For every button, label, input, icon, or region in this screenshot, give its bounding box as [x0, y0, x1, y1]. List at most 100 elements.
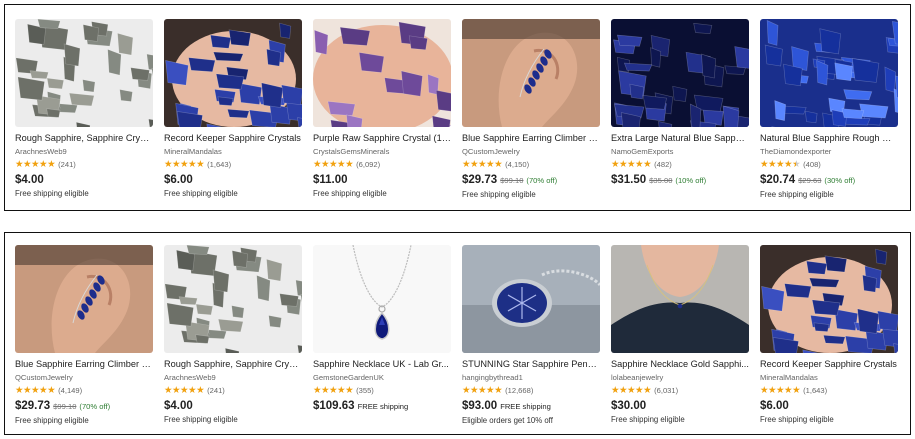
product-card[interactable]: Rough Sapphire, Sapphire Cryst... Arachn… [164, 245, 302, 426]
original-price: $99.10 [500, 176, 524, 185]
shop-name[interactable]: MineralMandalas [760, 373, 898, 383]
review-count: (482) [654, 160, 672, 169]
shipping-inline: FREE shipping [500, 402, 551, 411]
review-count: (4,149) [58, 386, 83, 395]
shop-name[interactable]: TheDiamondexporter [760, 147, 898, 157]
shipping-note: Free shipping eligible [760, 190, 834, 199]
product-image[interactable] [164, 19, 302, 127]
product-image[interactable] [462, 245, 600, 353]
star-rating-icon: ★★★★★ [313, 385, 354, 396]
product-photo [760, 19, 898, 127]
shop-name[interactable]: MineralMandalas [164, 147, 302, 157]
shop-name[interactable]: lolabeanjewelry [611, 373, 749, 383]
product-image[interactable] [15, 245, 153, 353]
star-rating-icon: ★★★★★ [462, 159, 503, 170]
price: $4.00 [15, 174, 44, 186]
product-card[interactable]: Record Keeper Sapphire Crystals MineralM… [164, 19, 302, 200]
price-row: $29.73 $99.10 (70% off) [462, 173, 600, 188]
product-card[interactable]: Rough Sapphire, Sapphire Cryst... Arachn… [15, 19, 153, 200]
product-card[interactable]: Record Keeper Sapphire Crystals MineralM… [760, 245, 898, 426]
star-rating-icon: ★★★★★ [611, 385, 652, 396]
review-count: (241) [207, 386, 225, 395]
product-image[interactable] [611, 19, 749, 127]
shop-name[interactable]: hangingbythread1 [462, 373, 600, 383]
product-title[interactable]: Rough Sapphire, Sapphire Cryst... [164, 358, 302, 370]
product-title[interactable]: Record Keeper Sapphire Crystals [164, 132, 302, 144]
product-image[interactable] [15, 19, 153, 127]
price-row: $4.00 [15, 173, 153, 187]
product-title[interactable]: Rough Sapphire, Sapphire Cryst... [15, 132, 153, 144]
product-card[interactable]: Sapphire Necklace UK - Lab Gr... Gemston… [313, 245, 451, 426]
price: $109.63 [313, 400, 355, 412]
star-rating-icon: ★★★★★ [15, 159, 56, 170]
discount-label: (70% off) [526, 176, 558, 185]
product-photo [462, 19, 600, 127]
product-photo [462, 245, 600, 353]
star-rating-icon: ★★★★★ [611, 159, 652, 170]
star-rating-icon: ★★★★★ [760, 385, 801, 396]
price-row: $109.63 FREE shipping [313, 399, 451, 414]
product-title[interactable]: Blue Sapphire Earring Climber / ... [15, 358, 153, 370]
shop-name[interactable]: NamoGemExports [611, 147, 749, 157]
product-image[interactable] [760, 19, 898, 127]
product-photo [164, 245, 302, 353]
product-image[interactable] [760, 245, 898, 353]
product-title[interactable]: STUNNING Star Sapphire Penda... [462, 358, 600, 370]
star-rating-icon: ★★★★★ [462, 385, 503, 396]
product-image[interactable] [164, 245, 302, 353]
shop-name[interactable]: ArachnesWeb9 [164, 373, 302, 383]
shipping-note: Free shipping eligible [164, 189, 238, 198]
shop-name[interactable]: QCustomJewelry [462, 147, 600, 157]
product-title[interactable]: Natural Blue Sapphire Rough Ge... [760, 132, 898, 144]
product-title[interactable]: Record Keeper Sapphire Crystals [760, 358, 898, 370]
original-price: $29.63 [798, 176, 822, 185]
price-row: $93.00 FREE shipping [462, 399, 600, 414]
product-image[interactable] [611, 245, 749, 353]
product-photo [313, 19, 451, 127]
product-card[interactable]: STUNNING Star Sapphire Penda... hangingb… [462, 245, 600, 426]
product-title[interactable]: Extra Large Natural Blue Sapphi... [611, 132, 749, 144]
price-row: $4.00 [164, 399, 302, 413]
product-card[interactable]: Purple Raw Sapphire Crystal (10... Cryst… [313, 19, 451, 200]
product-card[interactable]: Blue Sapphire Earring Climber / ... QCus… [462, 19, 600, 200]
price-row: $6.00 [164, 173, 302, 187]
shipping-note: Free shipping eligible [313, 189, 387, 198]
review-count: (1,643) [207, 160, 232, 169]
shop-name[interactable]: GemstoneGardenUK [313, 373, 451, 383]
shop-name[interactable]: QCustomJewelry [15, 373, 153, 383]
shipping-note: Free shipping eligible [760, 415, 834, 424]
price-row: $31.50 $35.00 (10% off) [611, 173, 749, 188]
product-photo [15, 245, 153, 353]
rating: ★★★★★ (241) [164, 386, 302, 396]
review-count: (408) [803, 160, 821, 169]
product-image[interactable] [313, 245, 451, 353]
price-row: $20.74 $29.63 (30% off) [760, 173, 898, 188]
shipping-note: Free shipping eligible [611, 415, 685, 424]
rating: ★★★★★ (4,150) [462, 160, 600, 170]
review-count: (6,092) [356, 160, 381, 169]
price: $11.00 [313, 174, 348, 186]
product-photo [760, 245, 898, 353]
product-title[interactable]: Sapphire Necklace UK - Lab Gr... [313, 358, 451, 370]
product-card[interactable]: Extra Large Natural Blue Sapphi... NamoG… [611, 19, 749, 200]
product-image[interactable] [462, 19, 600, 127]
original-price: $99.10 [53, 402, 77, 411]
product-image[interactable] [313, 19, 451, 127]
product-card[interactable]: Natural Blue Sapphire Rough Ge... TheDia… [760, 19, 898, 200]
rating: ★★★★★ (6,031) [611, 386, 749, 396]
price: $6.00 [164, 174, 193, 186]
product-title[interactable]: Blue Sapphire Earring Climber / ... [462, 132, 600, 144]
shipping-note: Eligible orders get 10% off [462, 416, 553, 425]
product-title[interactable]: Sapphire Necklace Gold Sapphi... [611, 358, 749, 370]
review-count: (1,643) [803, 386, 828, 395]
price: $29.73 [15, 400, 51, 412]
shipping-note: Free shipping eligible [15, 189, 89, 198]
product-card[interactable]: Blue Sapphire Earring Climber / ... QCus… [15, 245, 153, 426]
price: $31.50 [611, 174, 647, 186]
shop-name[interactable]: ArachnesWeb9 [15, 147, 153, 157]
product-title[interactable]: Purple Raw Sapphire Crystal (10... [313, 132, 451, 144]
star-rating-icon: ★★★★★ [15, 385, 56, 396]
review-count: (4,150) [505, 160, 530, 169]
shop-name[interactable]: CrystalsGemsMinerals [313, 147, 451, 157]
product-card[interactable]: Sapphire Necklace Gold Sapphi... lolabea… [611, 245, 749, 426]
